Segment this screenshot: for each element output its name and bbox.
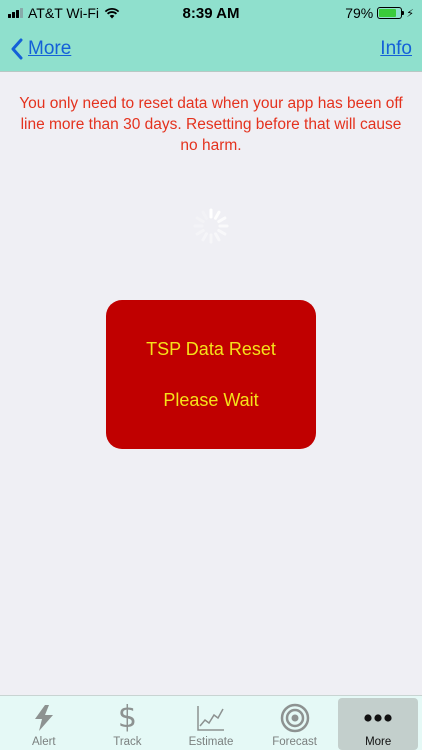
- wifi-icon: [104, 7, 120, 19]
- more-dots-icon: [363, 702, 393, 734]
- tab-estimate[interactable]: Estimate: [171, 698, 251, 750]
- dollar-icon: $: [117, 700, 137, 735]
- tab-bar: Alert $ Track Estimate Forecast More: [0, 695, 422, 750]
- tab-forecast-label: Forecast: [272, 736, 317, 748]
- tab-track[interactable]: $ Track: [87, 698, 167, 750]
- navigation-bar: More Info: [0, 26, 422, 72]
- chart-line-icon: [196, 702, 226, 734]
- battery-icon: [377, 7, 405, 19]
- battery-percent: 79%: [345, 5, 374, 21]
- tab-track-label: Track: [113, 736, 142, 748]
- lightning-icon: [31, 702, 57, 734]
- status-right: 79% ⚡︎: [345, 5, 414, 21]
- status-left: AT&T Wi-Fi: [8, 5, 120, 21]
- loading-spinner-icon: [193, 208, 229, 244]
- signal-strength-icon: [8, 8, 23, 18]
- carrier-label: AT&T Wi-Fi: [28, 5, 100, 21]
- reset-dialog-message: Please Wait: [163, 389, 259, 410]
- tab-estimate-label: Estimate: [188, 736, 234, 748]
- tab-forecast[interactable]: Forecast: [255, 698, 335, 750]
- reset-dialog-title: TSP Data Reset: [146, 338, 276, 359]
- target-icon: [280, 702, 310, 734]
- charging-bolt-icon: ⚡︎: [406, 7, 414, 20]
- info-button[interactable]: Info: [380, 38, 412, 60]
- tab-more[interactable]: More: [338, 698, 419, 750]
- battery-fill: [379, 9, 396, 17]
- reset-dialog: TSP Data Reset Please Wait: [106, 300, 316, 449]
- tab-more-label: More: [365, 736, 392, 748]
- tab-alert-label: Alert: [31, 736, 56, 748]
- reset-notice-text: You only need to reset data when your ap…: [19, 95, 403, 154]
- chevron-left-icon: [11, 38, 23, 59]
- back-button[interactable]: More: [10, 38, 71, 60]
- back-button-label[interactable]: More: [28, 38, 71, 60]
- status-bar: AT&T Wi-Fi 8:39 AM 79% ⚡︎: [0, 0, 422, 26]
- tab-alert[interactable]: Alert: [4, 698, 84, 750]
